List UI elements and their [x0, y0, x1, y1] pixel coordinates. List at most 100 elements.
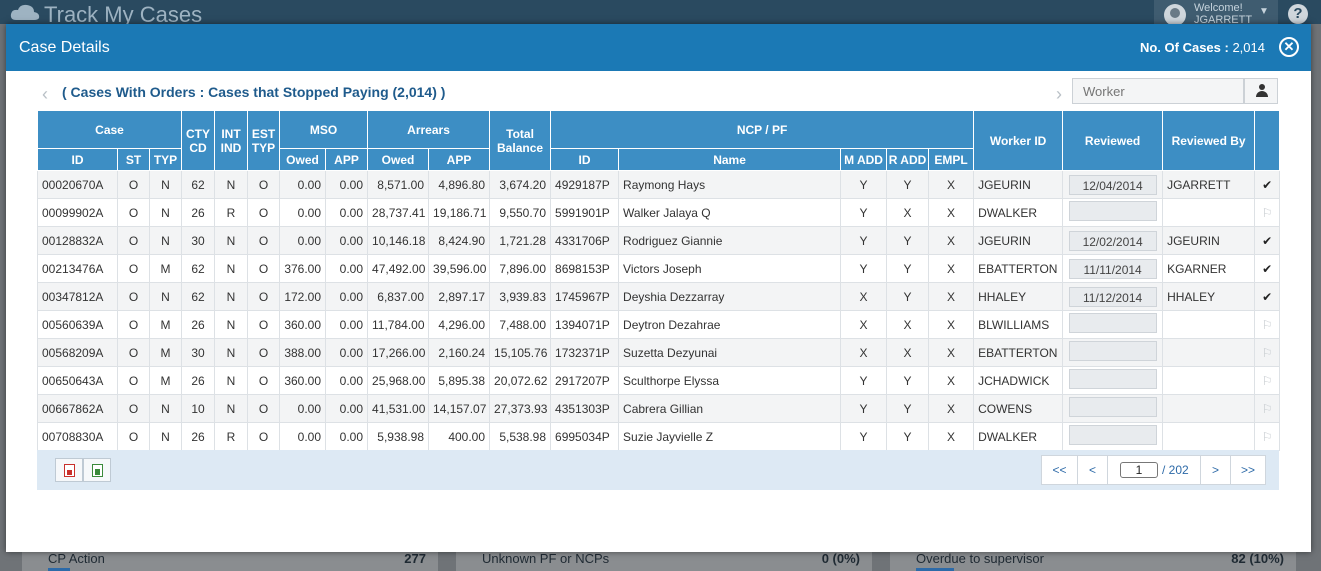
cell-mso-owed: 388.00 [279, 338, 327, 367]
table-row[interactable]: 00347812A O N 62 N O 172.00 0.00 6,837.00 2,897.1… [37, 282, 1281, 311]
flag-icon[interactable]: ⚐ [1262, 206, 1273, 220]
cell-name: Victors Joseph [618, 254, 842, 283]
cell-reviewed-by: HHALEY [1162, 282, 1256, 311]
cell-reviewed: 12/04/2014 [1062, 170, 1164, 199]
cell-case-id: 00099902A [37, 198, 118, 227]
cell-mso-owed: 0.00 [279, 394, 327, 423]
cell-empl: X [928, 254, 975, 283]
header-int-ind: INT IND [214, 110, 249, 171]
table-row[interactable]: 00708830A O N 26 R O 0.00 0.00 5,938.98 400.00 5,5… [37, 422, 1281, 451]
cell-arrears-owed: 8,571.00 [367, 170, 430, 199]
reviewed-date-field[interactable]: 11/11/2014 [1068, 258, 1157, 279]
flag-icon[interactable]: ⚐ [1262, 402, 1273, 416]
cell-arrears-app: 14,157.07 [428, 394, 491, 423]
table-row[interactable]: 00560639A O M 26 N O 360.00 0.00 11,784.00 4,296.… [37, 310, 1281, 339]
export-pdf-button[interactable] [55, 458, 83, 482]
excel-icon [92, 464, 103, 477]
cell-case-id: 00347812A [37, 282, 118, 311]
flag-icon[interactable]: ⚐ [1262, 430, 1273, 444]
table-row[interactable]: 00568209A O M 30 N O 388.00 0.00 17,266.00 2,160.… [37, 338, 1281, 367]
reviewed-date-field[interactable] [1068, 425, 1157, 445]
cell-mso-app: 0.00 [325, 366, 369, 395]
pdf-icon [64, 464, 75, 477]
prev-page-button[interactable]: < [1077, 455, 1108, 485]
worker-select-button[interactable] [1244, 78, 1278, 104]
cell-reviewed [1062, 198, 1164, 227]
header-st: ST [117, 148, 150, 171]
cell-st: O [117, 310, 150, 339]
cell-total-balance: 1,721.28 [489, 226, 552, 255]
cell-total-balance: 15,105.76 [489, 338, 552, 367]
cell-r-add: X [886, 198, 930, 227]
cell-worker-id: JCHADWICK [973, 366, 1064, 395]
last-page-button[interactable]: >> [1230, 455, 1266, 485]
export-excel-button[interactable] [83, 458, 111, 482]
cell-mso-owed: 172.00 [279, 282, 327, 311]
cell-arrears-app: 5,895.38 [428, 366, 491, 395]
cell-mso-app: 0.00 [325, 394, 369, 423]
modal-title: Case Details [19, 39, 110, 56]
cell-ncp-id: 1394071P [550, 310, 620, 339]
reviewed-date-field[interactable]: 12/02/2014 [1068, 230, 1157, 251]
cell-arrears-owed: 25,968.00 [367, 366, 430, 395]
header-ncp-id: ID [550, 148, 620, 171]
worker-search-input[interactable] [1072, 78, 1244, 104]
first-page-button[interactable]: << [1041, 455, 1078, 485]
reviewed-date-field[interactable] [1068, 201, 1157, 221]
user-menu[interactable]: Welcome! JGARRETT ▼ [1154, 0, 1278, 26]
page-number-input[interactable] [1120, 462, 1158, 478]
cell-status: ✔ [1254, 170, 1281, 199]
cell-est-typ: O [247, 338, 281, 367]
next-page-button[interactable]: > [1200, 455, 1231, 485]
reviewed-date-field[interactable]: 12/04/2014 [1068, 174, 1157, 195]
cell-worker-id: BLWILLIAMS [973, 310, 1064, 339]
cell-name: Suzie Jayvielle Z [618, 422, 842, 451]
cell-mso-owed: 0.00 [279, 226, 327, 255]
table-row[interactable]: 00667862A O N 10 N O 0.00 0.00 41,531.00 14,157.0… [37, 394, 1281, 423]
table-row[interactable]: 00020670A O N 62 N O 0.00 0.00 8,571.00 4,896.80 3… [37, 170, 1281, 199]
table-row[interactable]: 00650643A O M 26 N O 360.00 0.00 25,968.00 5,895.… [37, 366, 1281, 395]
cell-st: O [117, 198, 150, 227]
cell-int-ind: N [214, 282, 249, 311]
case-count: No. Of Cases : 2,014 [1140, 40, 1265, 55]
cell-m-add: Y [840, 226, 888, 255]
cell-m-add: X [840, 338, 888, 367]
cell-typ: M [148, 338, 183, 367]
help-button[interactable]: ? [1288, 4, 1308, 24]
cell-mso-owed: 360.00 [279, 366, 327, 395]
cell-mso-app: 0.00 [325, 338, 369, 367]
table-row[interactable]: 00128832A O N 30 N O 0.00 0.00 10,146.18 8,424.90… [37, 226, 1281, 255]
header-reviewed-by: Reviewed By [1162, 110, 1256, 171]
cell-cty-cd: 26 [181, 366, 216, 395]
cell-arrears-app: 8,424.90 [428, 226, 491, 255]
cell-cty-cd: 30 [181, 226, 216, 255]
table-row[interactable]: 00099902A O N 26 R O 0.00 0.00 28,737.41 19,186.7… [37, 198, 1281, 227]
prev-category-icon[interactable]: ‹ [42, 84, 48, 105]
cell-ncp-id: 5991901P [550, 198, 620, 227]
reviewed-date-field[interactable] [1068, 313, 1157, 333]
cell-reviewed-by [1162, 198, 1256, 227]
flag-icon[interactable]: ⚐ [1262, 346, 1273, 360]
cell-empl: X [928, 198, 975, 227]
reviewed-date-field[interactable] [1068, 369, 1157, 389]
close-button[interactable]: ✕ [1279, 37, 1299, 57]
bg-panel-value: 277 [404, 551, 426, 566]
header-name: Name [618, 148, 842, 171]
reviewed-date-field[interactable] [1068, 397, 1157, 417]
table-row[interactable]: 00213476A O M 62 N O 376.00 0.00 47,492.00 39,596… [37, 254, 1281, 283]
reviewed-date-field[interactable] [1068, 341, 1157, 361]
flag-icon[interactable]: ⚐ [1262, 374, 1273, 388]
cell-total-balance: 9,550.70 [489, 198, 552, 227]
cell-st: O [117, 282, 150, 311]
flag-icon[interactable]: ⚐ [1262, 318, 1273, 332]
cell-est-typ: O [247, 366, 281, 395]
next-category-icon[interactable]: › [1056, 84, 1062, 105]
reviewed-date-field[interactable]: 11/12/2014 [1068, 286, 1157, 307]
cell-arrears-app: 19,186.71 [428, 198, 491, 227]
cell-reviewed [1062, 422, 1164, 451]
case-count-label: No. Of Cases : [1139, 40, 1229, 55]
cell-typ: M [148, 254, 183, 283]
cell-int-ind: N [214, 366, 249, 395]
cell-case-id: 00128832A [37, 226, 118, 255]
cell-m-add: Y [840, 170, 888, 199]
